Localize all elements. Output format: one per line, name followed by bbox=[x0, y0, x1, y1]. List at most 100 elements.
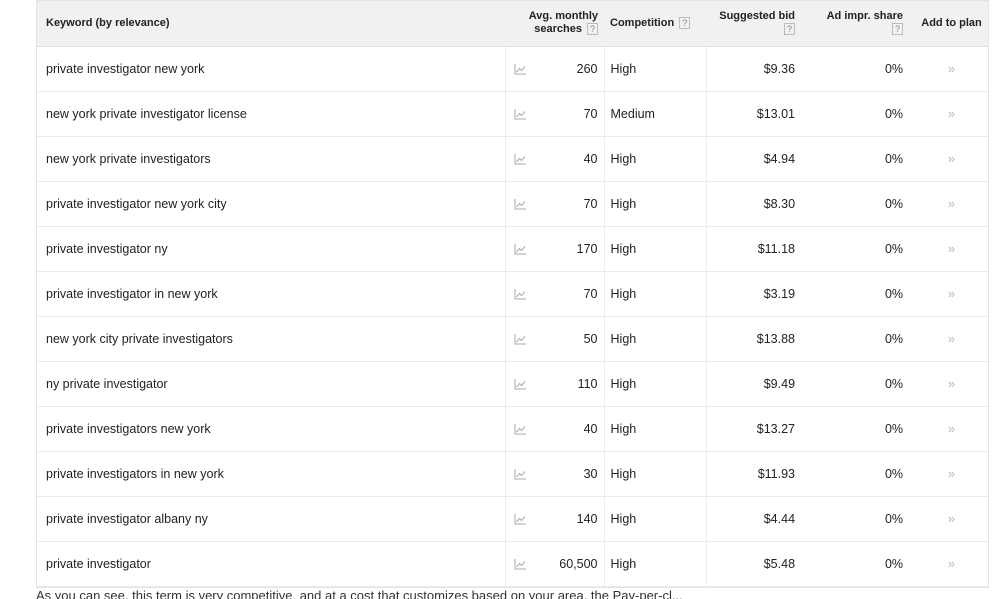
suggested-bid-cell: $13.27 bbox=[705, 406, 808, 452]
double-chevron-right-icon[interactable]: » bbox=[948, 241, 955, 256]
double-chevron-right-icon[interactable]: » bbox=[948, 151, 955, 166]
competition-cell: High bbox=[603, 181, 707, 227]
add-to-plan-cell[interactable]: » bbox=[915, 451, 988, 497]
keyword-cell[interactable]: private investigator bbox=[37, 541, 505, 587]
ad-impr-share-value: 0% bbox=[884, 421, 904, 436]
add-to-plan-cell[interactable]: » bbox=[915, 226, 988, 272]
add-to-plan-cell[interactable]: » bbox=[915, 271, 988, 317]
ad-impr-share-value: 0% bbox=[884, 331, 904, 346]
keyword-text: new york private investigator license bbox=[46, 106, 247, 121]
trend-cell[interactable] bbox=[505, 136, 537, 182]
trend-chart-icon[interactable] bbox=[514, 378, 527, 390]
competition-cell: High bbox=[603, 271, 707, 317]
double-chevron-right-icon[interactable]: » bbox=[948, 106, 955, 121]
suggested-bid-value: $13.27 bbox=[756, 421, 796, 436]
keyword-cell[interactable]: ny private investigator bbox=[37, 361, 505, 407]
trend-chart-icon[interactable] bbox=[514, 288, 527, 300]
keyword-cell[interactable]: private investigator ny bbox=[37, 226, 505, 272]
trend-chart-icon[interactable] bbox=[514, 153, 527, 165]
trend-cell[interactable] bbox=[505, 271, 537, 317]
trend-cell[interactable] bbox=[505, 91, 537, 137]
suggested-bid-cell: $8.30 bbox=[705, 181, 808, 227]
trend-chart-icon[interactable] bbox=[514, 198, 527, 210]
trend-cell[interactable] bbox=[505, 226, 537, 272]
column-header-suggested-bid[interactable]: Suggested bid ? bbox=[706, 1, 808, 47]
trend-cell[interactable] bbox=[505, 406, 537, 452]
help-icon[interactable]: ? bbox=[892, 23, 904, 36]
column-header-competition[interactable]: Competition ? bbox=[604, 1, 707, 47]
trend-cell[interactable] bbox=[505, 316, 537, 362]
trend-cell[interactable] bbox=[505, 541, 537, 587]
competition-cell: High bbox=[603, 46, 707, 92]
competition-cell: High bbox=[603, 361, 707, 407]
add-to-plan-cell[interactable]: » bbox=[915, 316, 988, 362]
trend-chart-icon[interactable] bbox=[514, 333, 527, 345]
suggested-bid-value: $8.30 bbox=[763, 196, 796, 211]
keyword-text: private investigators in new york bbox=[46, 466, 224, 481]
trend-chart-icon[interactable] bbox=[514, 108, 527, 120]
double-chevron-right-icon[interactable]: » bbox=[948, 286, 955, 301]
table-row: new york city private investigators 50 H… bbox=[37, 316, 988, 362]
searches-value: 70 bbox=[583, 286, 598, 301]
column-header-keyword-label: Keyword (by relevance) bbox=[46, 16, 170, 29]
help-icon[interactable]: ? bbox=[679, 16, 691, 29]
keyword-text: private investigator albany ny bbox=[46, 511, 208, 526]
trend-cell[interactable] bbox=[505, 181, 537, 227]
trend-chart-icon[interactable] bbox=[514, 423, 527, 435]
add-to-plan-cell[interactable]: » bbox=[915, 46, 988, 92]
ad-impr-share-cell: 0% bbox=[807, 136, 916, 182]
ad-impr-share-value: 0% bbox=[884, 106, 904, 121]
add-to-plan-cell[interactable]: » bbox=[915, 181, 988, 227]
trend-chart-icon[interactable] bbox=[514, 468, 527, 480]
keyword-cell[interactable]: new york private investigators bbox=[37, 136, 505, 182]
keyword-cell[interactable]: private investigator in new york bbox=[37, 271, 505, 317]
help-icon[interactable]: ? bbox=[587, 23, 599, 36]
double-chevron-right-icon[interactable]: » bbox=[948, 511, 955, 526]
add-to-plan-cell[interactable]: » bbox=[915, 361, 988, 407]
trend-cell[interactable] bbox=[505, 46, 537, 92]
table-row: new york private investigator license 70… bbox=[37, 91, 988, 137]
keyword-cell[interactable]: new york private investigator license bbox=[37, 91, 505, 137]
trend-chart-icon[interactable] bbox=[514, 243, 527, 255]
add-to-plan-cell[interactable]: » bbox=[915, 541, 988, 587]
column-header-keyword[interactable]: Keyword (by relevance) bbox=[37, 1, 505, 47]
column-header-avg-monthly-searches[interactable]: Avg. monthly searches ? bbox=[505, 1, 605, 47]
avg-monthly-searches-cell: 50 bbox=[537, 316, 605, 362]
double-chevron-right-icon[interactable]: » bbox=[948, 196, 955, 211]
keyword-table: Keyword (by relevance) Avg. monthly sear… bbox=[37, 1, 988, 587]
add-to-plan-cell[interactable]: » bbox=[915, 406, 988, 452]
competition-value: High bbox=[610, 61, 637, 76]
double-chevron-right-icon[interactable]: » bbox=[948, 466, 955, 481]
competition-value: High bbox=[610, 286, 637, 301]
trend-chart-icon[interactable] bbox=[514, 513, 527, 525]
trend-chart-icon[interactable] bbox=[514, 558, 527, 570]
keyword-cell[interactable]: private investigator albany ny bbox=[37, 496, 505, 542]
add-to-plan-cell[interactable]: » bbox=[915, 136, 988, 182]
double-chevron-right-icon[interactable]: » bbox=[948, 331, 955, 346]
trend-cell[interactable] bbox=[505, 361, 537, 407]
keyword-cell[interactable]: private investigator new york bbox=[37, 46, 505, 92]
add-to-plan-cell[interactable]: » bbox=[915, 496, 988, 542]
suggested-bid-value: $11.93 bbox=[757, 466, 796, 481]
double-chevron-right-icon[interactable]: » bbox=[948, 421, 955, 436]
column-header-ad-impr-share[interactable]: Ad impr. share ? bbox=[807, 1, 916, 47]
trend-chart-icon[interactable] bbox=[514, 63, 527, 75]
help-icon[interactable]: ? bbox=[784, 23, 796, 36]
double-chevron-right-icon[interactable]: » bbox=[948, 556, 955, 571]
table-row: private investigator albany ny 140 High … bbox=[37, 496, 988, 542]
keyword-cell[interactable]: private investigators new york bbox=[37, 406, 505, 452]
double-chevron-right-icon[interactable]: » bbox=[948, 61, 955, 76]
keyword-cell[interactable]: private investigator new york city bbox=[37, 181, 505, 227]
double-chevron-right-icon[interactable]: » bbox=[948, 376, 955, 391]
avg-monthly-searches-cell: 60,500 bbox=[537, 541, 605, 587]
avg-monthly-searches-cell: 70 bbox=[537, 91, 605, 137]
keyword-cell[interactable]: private investigators in new york bbox=[37, 451, 505, 497]
searches-value: 60,500 bbox=[559, 556, 598, 571]
avg-monthly-searches-cell: 40 bbox=[537, 136, 605, 182]
table-row: private investigators new york 40 High $… bbox=[37, 406, 988, 452]
trend-cell[interactable] bbox=[505, 496, 537, 542]
add-to-plan-cell[interactable]: » bbox=[915, 91, 988, 137]
table-row: private investigators in new york 30 Hig… bbox=[37, 451, 988, 497]
keyword-cell[interactable]: new york city private investigators bbox=[37, 316, 505, 362]
trend-cell[interactable] bbox=[505, 451, 537, 497]
